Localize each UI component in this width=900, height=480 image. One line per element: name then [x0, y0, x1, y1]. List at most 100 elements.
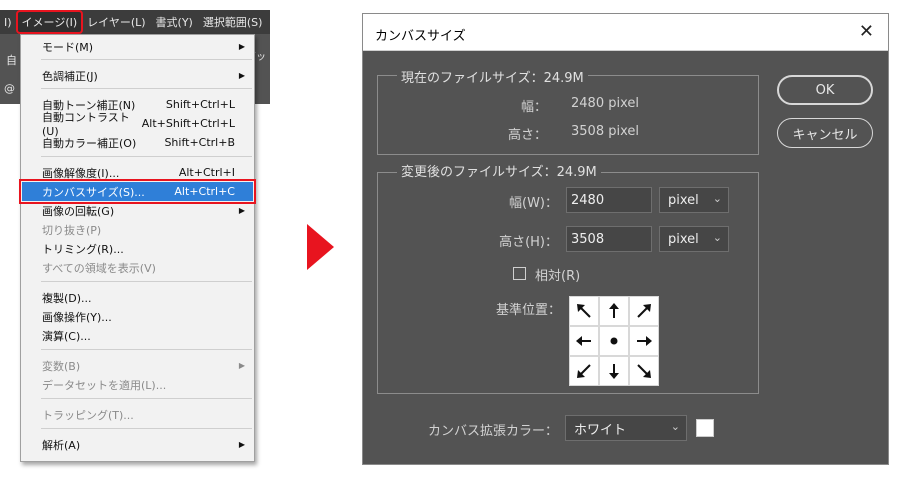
height-unit-select[interactable]: pixel ⌄ [659, 226, 729, 252]
relative-label: 相対(R) [535, 269, 581, 284]
dialog-title: カンバスサイズ [375, 29, 466, 44]
menu-bar: I) イメージ(I) レイヤー(L) 書式(Y) 選択範囲(S) [0, 10, 270, 34]
cancel-button[interactable]: キャンセル [777, 118, 873, 148]
menu-item-label: 画像解像度(I)... [42, 166, 120, 180]
height-input[interactable]: 3508 [566, 226, 652, 252]
extension-color-label: カンバス拡張カラー： [427, 424, 558, 439]
current-size-group [377, 75, 759, 155]
menu-item-label: 自動カラー補正(O) [42, 136, 137, 150]
menu-item-shortcut: Alt+Ctrl+I [178, 166, 235, 179]
anchor-left[interactable] [570, 327, 598, 355]
menu-item-label: 演算(C)... [42, 329, 91, 343]
menu-item[interactable]: 演算(C)... [22, 326, 253, 345]
dialog-titlebar: カンバスサイズ ✕ [363, 14, 888, 51]
menu-item-label: 解析(A) [42, 438, 81, 452]
width-unit-value: pixel [668, 192, 699, 208]
menu-item: トラッピング(T)... [22, 405, 253, 424]
menu-item[interactable]: 自動カラー補正(O) Shift+Ctrl+B [22, 133, 253, 152]
extension-color-swatch[interactable] [696, 419, 714, 437]
menu-item-label: カンバスサイズ(S)... [42, 185, 145, 199]
menu-separator [41, 349, 252, 350]
menu-item[interactable]: トリミング(R)... [22, 239, 253, 258]
menu-item-label: トラッピング(T)... [42, 408, 134, 422]
new-width-label: 幅(W)： [509, 196, 558, 211]
anchor-right[interactable] [630, 327, 658, 355]
anchor-label: 基準位置： [495, 303, 561, 318]
submenu-arrow-icon: ▶ [238, 71, 245, 80]
anchor-bottom-right[interactable] [630, 357, 658, 385]
menu-item[interactable]: モード(M) ▶ [22, 37, 253, 56]
menu-item[interactable]: 画像の回転(G) ▶ [22, 201, 253, 220]
anchor-top-right[interactable] [630, 297, 658, 325]
menu-item[interactable]: 色調補正(J) ▶ [22, 66, 253, 85]
dot-icon [610, 337, 618, 345]
extension-color-select[interactable]: ホワイト ⌄ [565, 415, 687, 441]
menu-item-shortcut: Shift+Ctrl+B [164, 136, 235, 149]
menu-item[interactable]: 画像操作(Y)... [22, 307, 253, 326]
menu-separator [41, 156, 252, 157]
chevron-down-icon: ⌄ [712, 231, 722, 244]
anchor-bottom-left[interactable] [570, 357, 598, 385]
new-size-title: 変更後のファイルサイズ：24.9M [397, 161, 601, 180]
menu-item-label: 複製(D)... [42, 291, 92, 305]
menu-separator [41, 281, 252, 282]
arrow-right-icon [307, 224, 334, 270]
menu-separator [41, 59, 252, 60]
menu-separator [41, 88, 252, 89]
arrow-up-left-icon [577, 304, 591, 318]
menu-item-shortcut: Alt+Ctrl+C [174, 185, 235, 198]
current-width-label: 幅： [520, 100, 547, 115]
menu-separator [41, 398, 252, 399]
relative-checkbox[interactable] [513, 267, 526, 280]
submenu-arrow-icon: ▶ [238, 361, 245, 370]
menu-item-image[interactable]: イメージ(I) [15, 10, 84, 34]
menu-item[interactable]: 解析(A) ▶ [22, 435, 253, 454]
ok-button[interactable]: OK [777, 75, 873, 105]
menu-item[interactable]: カンバスサイズ(S)... Alt+Ctrl+C [19, 179, 256, 204]
menu-item-type[interactable]: 書式(Y) [151, 14, 198, 30]
menu-item: すべての領域を表示(V) [22, 258, 253, 277]
menu-item-label: 切り抜き(P) [42, 223, 102, 237]
current-width-value: 2480 pixel [571, 96, 639, 111]
arrow-left-icon [576, 336, 591, 346]
arrow-down-left-icon [577, 364, 591, 378]
menu-item-label: 色調補正(J) [42, 69, 98, 83]
menu-item-shortcut: Shift+Ctrl+L [165, 98, 235, 111]
width-unit-select[interactable]: pixel ⌄ [659, 187, 729, 213]
menu-item: 変数(B) ▶ [22, 356, 253, 375]
arrow-down-right-icon [637, 364, 651, 378]
new-height-label: 高さ(H)： [499, 235, 558, 250]
arrow-down-icon [609, 364, 619, 379]
width-input[interactable]: 2480 [566, 187, 652, 213]
menu-item-label: 画像操作(Y)... [42, 310, 112, 324]
menu-item-shortcut: Alt+Shift+Ctrl+L [141, 117, 235, 130]
chevron-down-icon: ⌄ [712, 192, 722, 205]
anchor-center[interactable] [600, 327, 628, 355]
menu-item-label: すべての領域を表示(V) [42, 261, 156, 275]
menu-item-select[interactable]: 選択範囲(S) [198, 14, 268, 30]
menu-item-label: データセットを適用(L)... [42, 378, 167, 392]
anchor-top[interactable] [600, 297, 628, 325]
arrow-up-icon [609, 303, 619, 318]
current-height-value: 3508 pixel [571, 124, 639, 139]
anchor-bottom[interactable] [600, 357, 628, 385]
current-size-title: 現在のファイルサイズ：24.9M [397, 67, 588, 86]
menu-item-label: 変数(B) [42, 359, 81, 373]
menu-item[interactable]: 自動コントラスト(U) Alt+Shift+Ctrl+L [22, 111, 253, 138]
submenu-arrow-icon: ▶ [238, 42, 245, 51]
chevron-down-icon: ⌄ [670, 420, 680, 433]
menu-item-layer[interactable]: レイヤー(L) [82, 14, 150, 30]
submenu-arrow-icon: ▶ [238, 440, 245, 449]
extension-color-value: ホワイト [574, 422, 627, 438]
arrow-up-right-icon [637, 304, 651, 318]
submenu-arrow-icon: ▶ [238, 206, 245, 215]
menu-separator [41, 428, 252, 429]
image-menu-dropdown: モード(M) ▶ 色調補正(J) ▶ 自動トーン補正(N) Shift+Ctrl+L 自動コ… [19, 34, 256, 462]
anchor-top-left[interactable] [570, 297, 598, 325]
menu-item[interactable]: 複製(D)... [22, 288, 253, 307]
current-height-label: 高さ： [507, 128, 547, 143]
menu-item-prev[interactable]: I) [0, 16, 17, 29]
menu-item: データセットを適用(L)... [22, 375, 253, 394]
menu-item[interactable]: 画像解像度(I)... Alt+Ctrl+I [22, 163, 253, 182]
close-icon[interactable]: ✕ [859, 21, 874, 42]
